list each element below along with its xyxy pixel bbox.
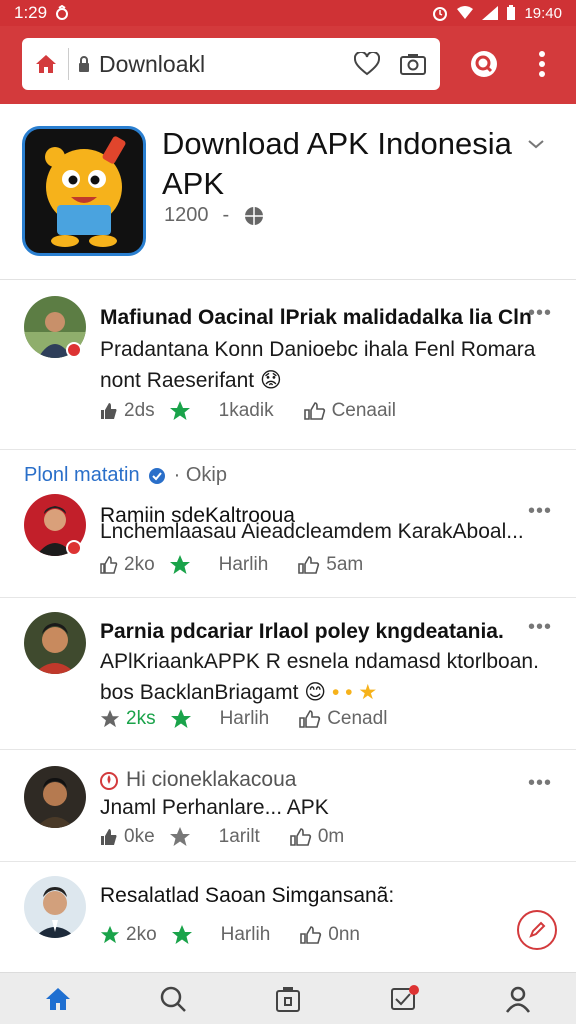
comment-icon [290,828,311,846]
like-icon [101,403,117,419]
nav-home[interactable] [28,973,88,1024]
post-card[interactable]: Resalatlad Saoan Simgansanã: 2ko Harlih … [0,862,576,972]
lock-icon [77,54,91,74]
globe-icon [245,206,264,225]
bottom-nav [0,972,576,1024]
like-icon [101,829,117,845]
post-actions: 2ko Harlih 0nn [100,924,360,946]
battery-icon [507,5,516,20]
app-header: Download APK Indonesia APK 1200 - [0,104,576,280]
post-title: Resalatlad Saoan Simgansanã: [100,884,395,907]
post-body: APlKriaankAPPK R esnela ndamasd ktorlboa… [100,650,539,704]
views-count: Harlih [218,554,269,575]
alarm-icon [433,7,448,21]
views-count: Harlih [219,708,270,729]
post-card[interactable]: Mafiunad Oacinal lPriak malidadalka lia … [0,280,576,450]
post-title: Hi cioneklakacoua [100,768,296,792]
post-actions: 0ke 1arilt 0m [100,826,344,848]
comment-icon [298,556,320,574]
nav-notifications[interactable] [373,973,433,1024]
post-actions: 2ks Harlih Cenadl [100,708,387,730]
chevron-down-icon[interactable] [524,132,548,156]
edit-icon [529,921,546,938]
url-divider [68,48,69,80]
post-body: Lnchemlaasau Aieadcleamdem KarakAboal... [100,520,524,543]
like-button[interactable]: 2ko [100,924,157,946]
profile-icon [506,986,531,1013]
post-title: Parnia pdcariar Irlaol poley kngdeatania… [100,620,504,643]
more-icon[interactable] [526,48,558,80]
avatar[interactable] [24,876,86,938]
views-count: Harlih [220,924,271,945]
comment-icon [299,710,321,728]
avatar[interactable] [24,612,86,674]
post-body: Pradantana Konn Danioebc ihala Fenl Roma… [100,338,536,392]
url-bar[interactable]: Downloakl [22,38,440,90]
comment-button[interactable]: Cenadl [299,708,387,730]
post-actions: 2ko Harlih 5am [100,554,363,576]
compose-button[interactable] [517,910,557,950]
app-count: 1200 [164,204,209,226]
post-actions: 2ds 1kadik Cenaail [100,400,396,422]
post-body: Jnaml Perhanlare... APK [100,796,329,819]
star-icon[interactable] [171,924,193,946]
post-card[interactable]: Hi cioneklakacoua ••• Jnaml Perhanlare..… [0,750,576,862]
app-meta: 1200 - [164,204,265,227]
like-button[interactable]: 2ks [100,708,156,730]
like-button[interactable]: 2ko [100,554,155,576]
group-sub: · Okip [173,464,227,486]
home-icon [45,987,70,1010]
avatar-badge [66,540,82,556]
star-icon[interactable] [169,400,191,422]
fire-icon [100,772,118,790]
star-icon[interactable] [170,708,192,730]
more-icon[interactable]: ••• [528,616,552,639]
post-title: Mafiunad Oacinal lPriak malidadalka lia … [100,306,532,329]
comment-icon [303,402,325,420]
comment-icon [300,926,322,944]
avatar-badge [66,342,82,358]
nav-search[interactable] [143,973,203,1024]
home-icon[interactable] [32,50,60,78]
star-icon[interactable] [169,554,191,576]
like-button[interactable]: 2ds [100,400,155,422]
group-name[interactable]: Plonl matatin [24,464,140,487]
verified-icon [148,467,165,484]
nav-profile[interactable] [488,973,548,1024]
notification-dot [409,984,420,995]
status-time: 1:29 [14,3,48,22]
nav-apps[interactable] [258,973,318,1024]
comment-button[interactable]: Cenaail [303,400,396,422]
signal-icon [482,6,499,20]
apps-icon [275,986,300,1012]
comment-button[interactable]: 0m [290,826,344,848]
like-button[interactable]: 0ke [100,826,155,848]
star-outline-icon [100,709,120,728]
heart-icon[interactable] [350,47,384,81]
app-logo [22,126,146,256]
views-count: 1kadik [218,400,274,421]
search-icon [160,986,186,1012]
app-title: Download APK Indonesia APK [162,126,512,201]
url-text[interactable]: Downloakl [99,51,338,78]
browser-toolbar: Downloakl [0,26,576,104]
post-card[interactable]: Parnia pdcariar Irlaol poley kngdeatania… [0,598,576,750]
views-count: 1arilt [218,826,260,847]
like-icon [100,556,118,574]
avatar[interactable] [24,766,86,828]
status-right-time: 19:40 [524,4,562,22]
camera-icon[interactable] [396,47,430,81]
comment-button[interactable]: 5am [298,554,363,576]
status-bar: 1:29 19:40 [0,0,576,26]
star-icon [100,925,120,944]
wifi-icon [457,6,474,19]
more-icon[interactable]: ••• [528,302,552,325]
star-icon[interactable] [169,826,191,848]
search-icon[interactable] [468,48,500,80]
notification-icon [56,5,69,20]
post-card[interactable]: Ramiin sdeKaltrooua ••• Lnchemlaasau Aie… [0,490,576,598]
group-label[interactable]: Plonl matatin · Okip [24,464,227,487]
comment-button[interactable]: 0nn [300,924,360,946]
